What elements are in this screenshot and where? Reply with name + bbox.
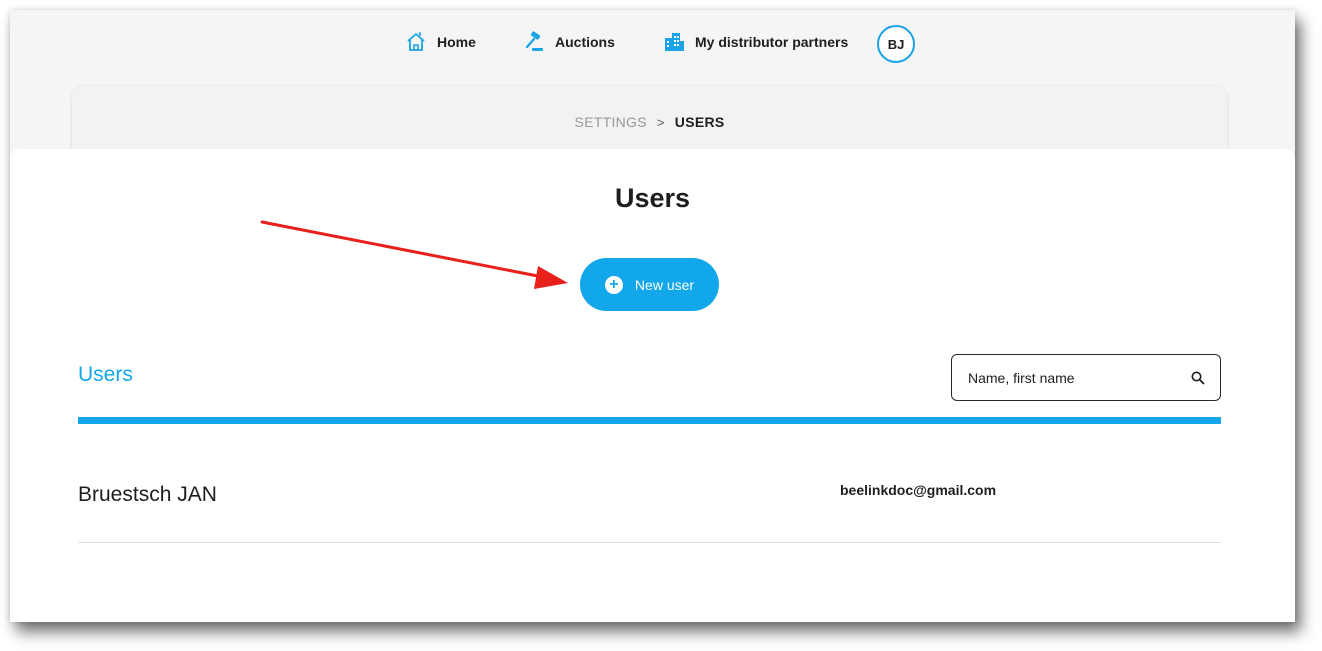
search-field[interactable] [951, 354, 1221, 401]
page-title: Users [614, 183, 691, 213]
app-window: Home Auctions My distributor partners BJ… [10, 10, 1295, 622]
user-row[interactable]: Bruestsch JAN beelinkdoc@gmail.com [78, 449, 1221, 543]
plus-circle-icon: + [604, 275, 623, 294]
home-icon [405, 31, 427, 53]
users-section-title: Users [78, 363, 133, 386]
buildings-icon [663, 31, 685, 53]
nav-auctions-label: Auctions [555, 34, 615, 50]
user-email: beelinkdoc@gmail.com [840, 482, 997, 498]
breadcrumb-current: USERS [674, 114, 725, 130]
breadcrumb-separator: > [656, 115, 665, 130]
breadcrumb-settings[interactable]: SETTINGS [574, 114, 646, 130]
top-navigation: Home Auctions My distributor partners BJ [10, 10, 1295, 78]
breadcrumb: SETTINGS > USERS [72, 114, 1227, 130]
nav-home[interactable]: Home [405, 30, 476, 54]
nav-partners-label: My distributor partners [695, 34, 849, 50]
search-icon[interactable] [1190, 370, 1206, 386]
nav-distributor-partners[interactable]: My distributor partners [663, 30, 848, 54]
main-panel: Users + New user Users Bruestsch JAN bee… [10, 149, 1295, 622]
user-avatar[interactable]: BJ [877, 25, 915, 63]
nav-home-label: Home [437, 34, 476, 50]
section-divider [78, 417, 1221, 424]
new-user-label: New user [634, 276, 695, 293]
search-input[interactable] [966, 368, 1190, 387]
nav-auctions[interactable]: Auctions [523, 30, 615, 54]
new-user-button[interactable]: + New user [580, 258, 719, 311]
gavel-icon [523, 31, 545, 53]
user-name: Bruestsch JAN [78, 483, 217, 506]
